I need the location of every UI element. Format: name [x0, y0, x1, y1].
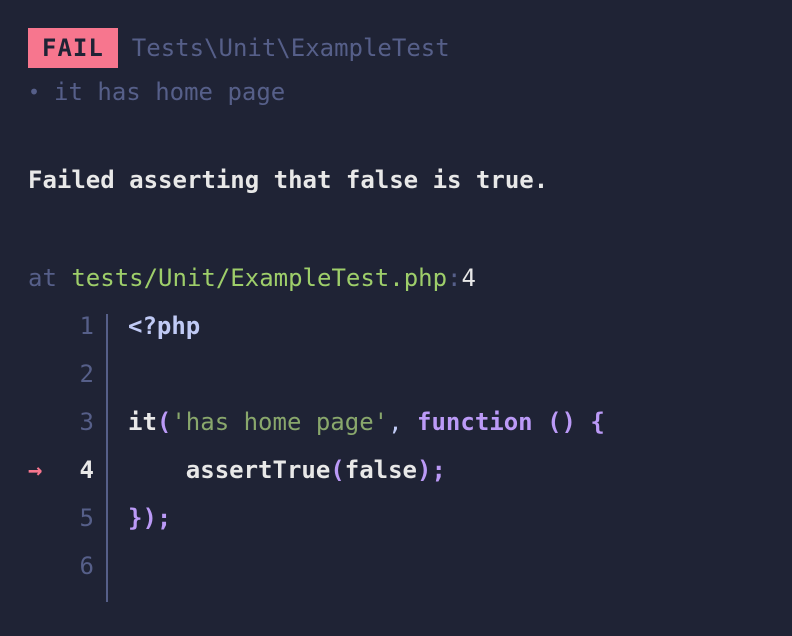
location-separator: : [447, 264, 461, 292]
line-number: 2 [70, 356, 108, 392]
test-description: it has home page [54, 74, 285, 110]
code-line-4: → 4 assertTrue(false); [28, 452, 764, 500]
arrow-icon: → [28, 452, 70, 488]
test-item: • it has home page [28, 74, 764, 110]
at-keyword: at [28, 264, 57, 292]
code-content-active: assertTrue(false); [108, 452, 446, 488]
error-line-number: 4 [462, 264, 476, 292]
code-content: it('has home page', function () { [108, 404, 605, 440]
code-line-2: 2 [28, 356, 764, 404]
code-content: <?php [108, 308, 200, 344]
line-number: 5 [70, 500, 108, 536]
code-line-5: 5 }); [28, 500, 764, 548]
line-number: 6 [70, 548, 108, 584]
code-line-1: 1 <?php [28, 308, 764, 356]
line-number: 1 [70, 308, 108, 344]
line-number-active: 4 [70, 452, 108, 488]
line-number: 3 [70, 404, 108, 440]
error-location: at tests/Unit/ExampleTest.php:4 [28, 260, 764, 296]
code-snippet: 1 <?php 2 3 it('has home page', function… [28, 308, 764, 596]
code-line-6: 6 [28, 548, 764, 596]
file-path: tests/Unit/ExampleTest.php [71, 264, 447, 292]
code-line-3: 3 it('has home page', function () { [28, 404, 764, 452]
code-content: }); [108, 500, 171, 536]
test-class-name: Tests\Unit\ExampleTest [132, 30, 450, 66]
error-message: Failed asserting that false is true. [28, 162, 764, 198]
fail-badge: FAIL [28, 28, 118, 68]
test-result-header: FAIL Tests\Unit\ExampleTest [28, 28, 764, 68]
bullet-icon: • [28, 77, 40, 107]
